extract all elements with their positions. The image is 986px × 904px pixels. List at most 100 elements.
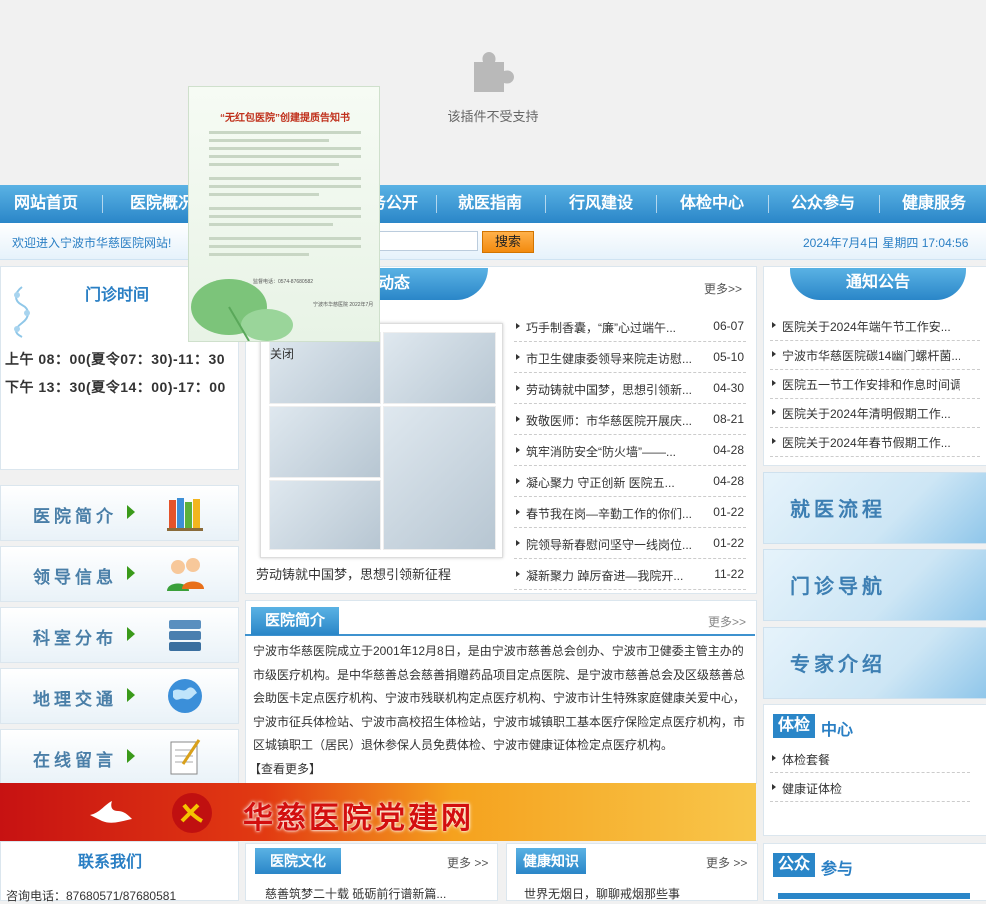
intro-read-more-link[interactable]: 【查看更多】 <box>249 760 321 777</box>
medical-process-button[interactable]: 就医流程 <box>763 472 986 544</box>
outpatient-navigation-button[interactable]: 门诊导航 <box>763 549 986 621</box>
notepad-icon <box>170 739 201 775</box>
news-more-link[interactable]: 更多>> <box>704 280 742 297</box>
news-date: 01-22 <box>713 536 744 550</box>
notice-item[interactable]: 医院关于2024年端午节工作安... <box>770 311 980 341</box>
bullet-icon <box>516 354 520 360</box>
news-item[interactable]: 春节我在岗—辛勤工作的你们... 01-22 <box>514 497 746 528</box>
notice-item[interactable]: 医院五一节工作安排和作息时间调... <box>770 369 980 399</box>
exam-item[interactable]: 健康证体检 <box>770 773 970 802</box>
bullet-icon <box>772 755 776 761</box>
news-date: 05-10 <box>713 350 744 364</box>
side-button-departments[interactable]: 科室分布 <box>0 607 239 663</box>
notice-title: 医院五一节工作安排和作息时间调... <box>782 378 960 392</box>
side-button-transport[interactable]: 地理交通 <box>0 668 239 724</box>
side-button-message[interactable]: 在线留言 <box>0 729 239 785</box>
popup-text-line <box>209 245 361 248</box>
expert-intro-button[interactable]: 专家介绍 <box>763 627 986 699</box>
search-input[interactable] <box>376 231 478 251</box>
news-date: 04-28 <box>713 474 744 488</box>
right-button-label: 就医流程 <box>790 499 886 521</box>
public-banner-strip[interactable] <box>778 893 970 899</box>
photo-caption[interactable]: 劳动铸就中国梦，思想引领新征程 <box>256 564 451 583</box>
exam-item-label: 健康证体检 <box>782 782 843 796</box>
bullet-icon <box>516 447 520 453</box>
contact-phone: 咨询电话：87680571/87680581 <box>6 889 177 903</box>
bullet-icon <box>772 380 776 386</box>
bullet-icon <box>772 438 776 444</box>
arrow-right-icon <box>127 566 135 580</box>
bullet-icon <box>516 323 520 329</box>
people-icon <box>167 558 204 591</box>
nav-ethics[interactable]: 行风建设 <box>551 185 651 223</box>
intro-more-link[interactable]: 更多>> <box>708 613 746 630</box>
bullet-icon <box>516 478 520 484</box>
culture-list-item[interactable]: 慈善筑梦二十载 砥砺前行谱新篇... <box>265 885 446 902</box>
news-item[interactable]: 凝新聚力 踔厉奋进—我院开... 11-22 <box>514 559 746 590</box>
arrow-right-icon <box>127 627 135 641</box>
health-more-link[interactable]: 更多 >> <box>706 854 747 871</box>
news-item[interactable]: 致敬医师：市华慈医院开展庆... 08-21 <box>514 404 746 435</box>
server-icon <box>169 620 201 651</box>
banner-title: 华慈医院党建网 <box>243 802 474 835</box>
bullet-icon <box>772 409 776 415</box>
news-item[interactable]: 凝心聚力 守正创新 医院五... 04-28 <box>514 466 746 497</box>
nav-health-service[interactable]: 健康服务 <box>884 185 984 223</box>
bullet-icon <box>772 322 776 328</box>
morning-hours: 上午 08：00(夏令07：30)-11：30 <box>5 351 226 367</box>
nav-checkup[interactable]: 体检中心 <box>662 185 762 223</box>
intro-text: 宁波市华慈医院成立于2001年12月8日，是由宁波市慈善总会创办、宁波市卫健委主… <box>253 644 746 752</box>
news-title: 劳动铸就中国梦，思想引领新... <box>526 383 693 397</box>
search-button[interactable]: 搜索 <box>482 231 534 253</box>
right-button-label: 门诊导航 <box>790 576 886 598</box>
popup-text-line <box>209 193 319 196</box>
side-button-label: 医院简介 <box>33 507 117 526</box>
side-button-label: 地理交通 <box>33 690 117 709</box>
news-photo-slider[interactable] <box>260 323 503 558</box>
news-title: 凝新聚力 踔厉奋进—我院开... <box>526 569 684 583</box>
arrow-right-icon <box>127 505 135 519</box>
main-nav: 网站首页 医院概况 院务公开 就医指南 行风建设 体检中心 公众参与 健康服务 <box>0 185 986 223</box>
news-item[interactable]: 市卫生健康委领导来院走访慰... 05-10 <box>514 342 746 373</box>
notice-item[interactable]: 医院关于2024年清明假期工作... <box>770 398 980 428</box>
news-title: 院领导新春慰问坚守一线岗位... <box>526 538 693 552</box>
notice-item[interactable]: 医院关于2024年春节假期工作... <box>770 427 980 457</box>
news-item[interactable]: 院领导新春慰问坚守一线岗位... 01-22 <box>514 528 746 559</box>
public-title: 参与 <box>821 861 854 878</box>
nav-guide[interactable]: 就医指南 <box>440 185 540 223</box>
popup-close-button[interactable]: 关闭 <box>270 345 294 362</box>
party-building-banner[interactable]: 华慈医院党建网 <box>0 783 756 841</box>
bullet-icon <box>516 571 520 577</box>
datetime-display: 2024年7月4日 星期四 17:04:56 <box>803 236 969 250</box>
popup-text-line <box>209 147 361 150</box>
side-button-leadership[interactable]: 领导信息 <box>0 546 239 602</box>
health-list-item[interactable]: 世界无烟日，聊聊戒烟那些事 <box>524 885 680 902</box>
popup-text-line <box>209 155 361 158</box>
side-button-hospital-intro[interactable]: 医院简介 <box>0 485 239 541</box>
popup-text-line <box>209 163 339 166</box>
popup-title: “无红包医院”创建提质告知书 <box>220 113 350 124</box>
news-item[interactable]: 劳动铸就中国梦，思想引领新... 04-30 <box>514 373 746 404</box>
news-photo <box>269 406 381 478</box>
culture-more-link[interactable]: 更多 >> <box>447 854 488 871</box>
floating-notice-popup[interactable]: “无红包医院”创建提质告知书 监督电话：0574-87680582 宁波市华慈医… <box>188 86 380 342</box>
bullet-icon <box>772 351 776 357</box>
exam-item[interactable]: 体检套餐 <box>770 744 970 773</box>
popup-text-line <box>209 177 361 180</box>
news-item[interactable]: 筑牢消防安全“防火墙”——... 04-28 <box>514 435 746 466</box>
nav-participation[interactable]: 公众参与 <box>773 185 873 223</box>
popup-org: 宁波市华慈医院 2022年7月 <box>313 302 374 308</box>
nav-home[interactable]: 网站首页 <box>0 185 92 223</box>
news-photo <box>383 332 496 404</box>
news-item[interactable]: 巧手制香囊，“廉”心过端午... 06-07 <box>514 311 746 342</box>
health-section-tab: 健康知识 <box>516 848 586 874</box>
news-photo <box>383 406 496 550</box>
side-button-label: 科室分布 <box>33 629 117 648</box>
afternoon-hours: 下午 13：30(夏令14：00)-17：00 <box>5 379 226 395</box>
popup-text-line <box>209 223 333 226</box>
notice-item[interactable]: 宁波市华慈医院碳14幽门螺杆菌... <box>770 340 980 370</box>
top-info-bar: 欢迎进入宁波市华慈医院网站! 搜索 2024年7月4日 星期四 17:04:56 <box>0 223 986 260</box>
books-icon <box>167 498 203 531</box>
bullet-icon <box>516 540 520 546</box>
popup-text-line <box>209 207 361 210</box>
